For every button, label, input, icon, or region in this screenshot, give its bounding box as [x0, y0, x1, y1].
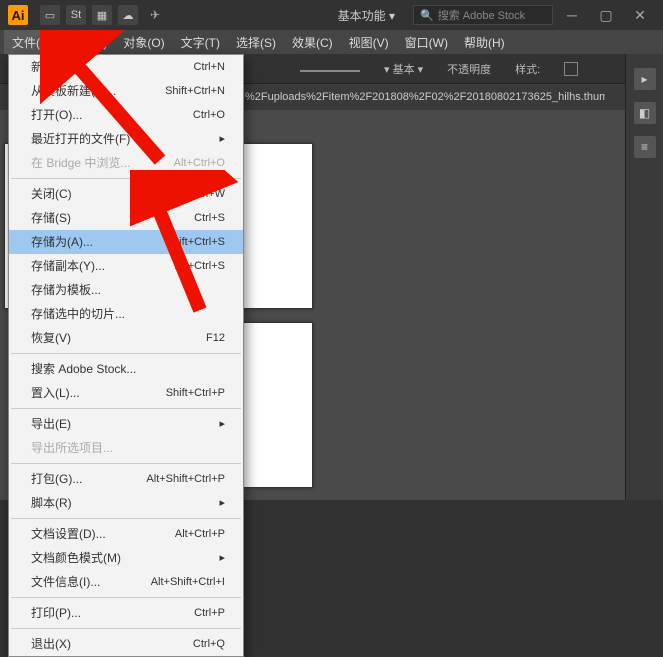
menu-item[interactable]: 脚本(R)▸ [9, 491, 243, 515]
menu-item[interactable]: 打印(P)...Ctrl+P [9, 601, 243, 625]
menu-item[interactable]: 文档设置(D)...Alt+Ctrl+P [9, 522, 243, 546]
menu-edit[interactable]: 编辑(E) [59, 30, 115, 54]
menu-item[interactable]: 导出(E)▸ [9, 412, 243, 436]
title-bar: Ai ▭ St ▦ ☁ ✈ 基本功能 ▾ 🔍搜索 Adobe Stock ─ ▢… [0, 0, 663, 30]
menu-item[interactable]: 关闭(C)Ctrl+W [9, 182, 243, 206]
menu-item[interactable]: 打开(O)...Ctrl+O [9, 103, 243, 127]
menu-item[interactable]: 从模板新建(T)...Shift+Ctrl+N [9, 79, 243, 103]
menu-item[interactable]: 最近打开的文件(F)▸ [9, 127, 243, 151]
tab-icon[interactable]: ▭ [40, 5, 60, 25]
style-swatch[interactable] [564, 62, 578, 76]
menu-item[interactable]: 存储为(A)...Shift+Ctrl+S [9, 230, 243, 254]
chevron-down-icon: ▾ [389, 9, 395, 23]
cloud-icon[interactable]: ☁ [118, 5, 138, 25]
layers-panel-icon[interactable]: ≡ [634, 136, 656, 158]
menu-item[interactable]: 存储选中的切片... [9, 302, 243, 326]
menu-item[interactable]: 文档颜色模式(M)▸ [9, 546, 243, 570]
panel-control-icon[interactable]: ▸ [634, 68, 656, 90]
menu-item: 在 Bridge 中浏览...Alt+Ctrl+O [9, 151, 243, 175]
menu-effect[interactable]: 效果(C) [284, 30, 341, 54]
menu-item[interactable]: 存储为模板... [9, 278, 243, 302]
close-button[interactable]: ✕ [625, 5, 655, 25]
menu-item[interactable]: 搜索 Adobe Stock... [9, 357, 243, 381]
search-input[interactable]: 🔍搜索 Adobe Stock [413, 5, 553, 25]
document-tab[interactable]: %2Fuploads%2Fitem%2F201808%2F02%2F201808… [245, 91, 605, 103]
menu-help[interactable]: 帮助(H) [456, 30, 513, 54]
opacity-dropdown[interactable]: 不透明度 [447, 61, 491, 77]
menu-item[interactable]: 文件信息(I)...Alt+Shift+Ctrl+I [9, 570, 243, 594]
menu-object[interactable]: 对象(O) [115, 30, 172, 54]
menu-bar: 文件(F) 编辑(E) 对象(O) 文字(T) 选择(S) 效果(C) 视图(V… [0, 30, 663, 54]
minimize-button[interactable]: ─ [557, 5, 587, 25]
menu-item[interactable]: 打包(G)...Alt+Shift+Ctrl+P [9, 467, 243, 491]
stock-icon[interactable]: St [66, 5, 86, 25]
arrange-icon[interactable]: ▦ [92, 5, 112, 25]
maximize-button[interactable]: ▢ [591, 5, 621, 25]
style-label: 样式: [515, 61, 540, 77]
menu-window[interactable]: 窗口(W) [397, 30, 456, 54]
menu-item[interactable]: 退出(X)Ctrl+Q [9, 632, 243, 656]
file-menu-dropdown: 新建(N)...Ctrl+N从模板新建(T)...Shift+Ctrl+N打开(… [8, 54, 244, 657]
right-panel: ▸ ◧ ≡ [625, 54, 663, 500]
stroke-sample[interactable] [300, 70, 360, 72]
menu-file[interactable]: 文件(F) [4, 30, 59, 54]
menu-item[interactable]: 置入(L)...Shift+Ctrl+P [9, 381, 243, 405]
menu-view[interactable]: 视图(V) [341, 30, 397, 54]
menu-select[interactable]: 选择(S) [228, 30, 284, 54]
menu-item[interactable]: 恢复(V)F12 [9, 326, 243, 350]
paperplane-icon[interactable]: ✈ [150, 8, 166, 22]
menu-item[interactable]: 新建(N)...Ctrl+N [9, 55, 243, 79]
menu-item: 导出所选项目... [9, 436, 243, 460]
workspace-switcher[interactable]: 基本功能 ▾ [330, 4, 403, 27]
menu-item[interactable]: 存储副本(Y)...Alt+Ctrl+S [9, 254, 243, 278]
app-logo-icon: Ai [8, 5, 28, 25]
color-panel-icon[interactable]: ◧ [634, 102, 656, 124]
menu-type[interactable]: 文字(T) [173, 30, 228, 54]
menu-item[interactable]: 存储(S)Ctrl+S [9, 206, 243, 230]
search-icon: 🔍 [420, 9, 434, 22]
style-dropdown[interactable]: ▾ 基本 ▾ [384, 61, 423, 77]
